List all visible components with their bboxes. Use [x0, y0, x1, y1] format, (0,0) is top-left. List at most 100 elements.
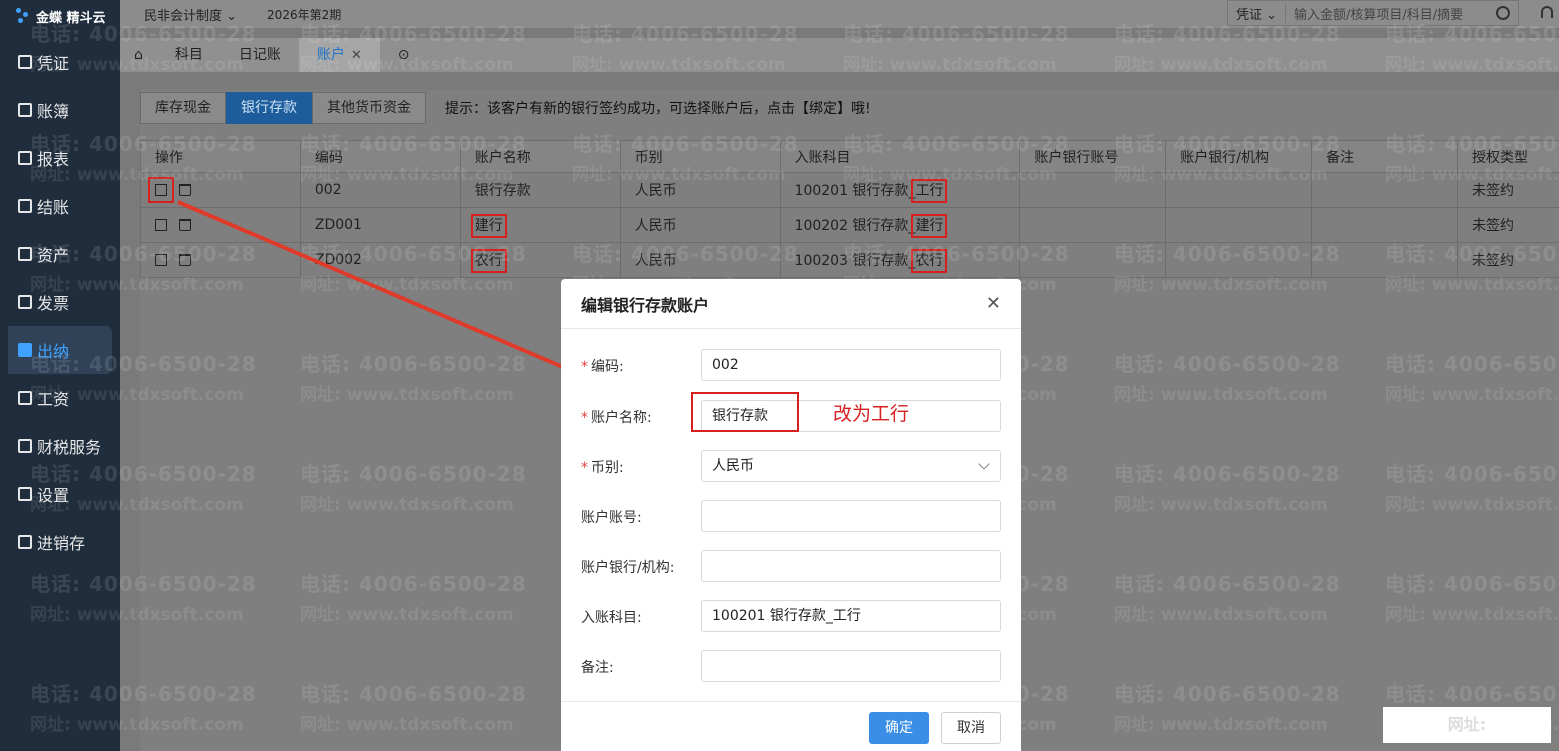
- sidebar-item-label: 结账: [37, 198, 70, 217]
- chevron-down-icon: [978, 458, 990, 470]
- table-row[interactable]: ZD001 建行 人民币 100202 银行存款_建行 未签约: [140, 207, 1559, 243]
- bank-deposit-button[interactable]: 银行存款: [226, 92, 312, 124]
- remark-input[interactable]: [701, 650, 1001, 682]
- account-type-group: 库存现金 银行存款 其他货币资金: [140, 92, 426, 124]
- sidebar-item-6[interactable]: 出纳: [8, 326, 112, 374]
- close-icon[interactable]: ✕: [351, 48, 362, 63]
- sidebar-item-1[interactable]: 账簿: [0, 86, 112, 134]
- tabs-bar: ⌂ 科目 日记账 账户 ✕ ⊙: [120, 38, 1559, 72]
- cashier-icon: [18, 343, 32, 357]
- headset-icon[interactable]: [1541, 6, 1553, 18]
- tab-account[interactable]: 账户 ✕: [298, 38, 380, 72]
- sidebar-item-8[interactable]: 财税服务: [0, 422, 112, 470]
- dialog-title: 编辑银行存款账户: [581, 295, 710, 315]
- logo-icon: [16, 8, 32, 24]
- sidebar-item-label: 发票: [37, 294, 70, 313]
- cell-code-text: ZD001: [314, 217, 362, 233]
- column-header[interactable]: 账户银行账号: [1019, 140, 1167, 173]
- cell-remark: [1311, 207, 1459, 243]
- tax-service-icon: [18, 439, 32, 453]
- logo-text: 金蝶 精斗云: [36, 10, 106, 26]
- sidebar-item-7[interactable]: 工资: [0, 374, 112, 422]
- sidebar-item-label: 财税服务: [37, 438, 102, 457]
- column-header[interactable]: 编码: [299, 140, 461, 173]
- cell-code: ZD002: [299, 242, 461, 278]
- table-row[interactable]: 002 银行存款 人民币 100201 银行存款_工行 未签约: [140, 172, 1559, 208]
- confirm-button[interactable]: 确定: [869, 712, 929, 744]
- column-header[interactable]: 备注: [1311, 140, 1459, 173]
- column-header[interactable]: 账户银行/机构: [1165, 140, 1313, 173]
- sidebar-item-2[interactable]: 报表: [0, 134, 112, 182]
- sidebar-item-10[interactable]: 进销存: [0, 518, 112, 566]
- cell-institution: [1165, 207, 1313, 243]
- search-type-select[interactable]: 凭证 ⌄: [1228, 3, 1286, 23]
- subject-input[interactable]: 100201 银行存款_工行: [701, 600, 1001, 632]
- search-input[interactable]: 输入金额/核算项目/科目/摘要: [1286, 4, 1496, 23]
- sidebar-item-5[interactable]: 发票: [0, 278, 112, 326]
- tab-subject[interactable]: 科目: [157, 38, 221, 72]
- sidebar-nav: 凭证账簿报表结账资产发票出纳工资财税服务设置进销存: [0, 38, 120, 566]
- home-icon: ⌂: [134, 47, 143, 63]
- delete-icon[interactable]: [179, 254, 191, 266]
- edit-account-dialog: 编辑银行存款账户 ✕ * 编码: 002 * 账户名称: 银行存款 改为工行 * 币别…: [561, 279, 1021, 751]
- cancel-button[interactable]: 取消: [941, 712, 1001, 744]
- cell-name-text: 农行: [470, 249, 507, 273]
- sidebar-item-0[interactable]: 凭证: [0, 38, 112, 86]
- row-actions: [140, 242, 301, 278]
- cell-account_no: [1019, 207, 1167, 243]
- cell-auth: 未签约: [1457, 172, 1559, 208]
- cell-subject: 100202 银行存款_建行: [779, 207, 1021, 243]
- subject-label: 入账科目:: [581, 610, 642, 626]
- sidebar-item-label: 凭证: [37, 54, 70, 73]
- edit-icon[interactable]: [155, 254, 167, 266]
- code-input[interactable]: 002: [701, 349, 1001, 381]
- other-funds-button[interactable]: 其他货币资金: [312, 92, 426, 124]
- account-no-input[interactable]: [701, 500, 1001, 532]
- cell-account_no: [1019, 242, 1167, 278]
- cell-name-text: 银行存款: [474, 183, 531, 199]
- institution-input[interactable]: [701, 550, 1001, 582]
- highlight-box: [691, 392, 799, 432]
- cell-currency: 人民币: [619, 242, 781, 278]
- search-icon[interactable]: [1496, 6, 1510, 20]
- cell-name-text: 建行: [470, 214, 507, 238]
- dialog-header: 编辑银行存款账户 ✕: [561, 279, 1021, 329]
- tab-journal[interactable]: 日记账: [221, 38, 299, 72]
- sidebar-item-label: 工资: [37, 390, 70, 409]
- currency-select[interactable]: 人民币: [701, 450, 1001, 482]
- row-actions: [140, 172, 301, 208]
- sidebar-item-4[interactable]: 资产: [0, 230, 112, 278]
- salary-icon: [18, 391, 32, 405]
- sidebar-item-label: 资产: [37, 246, 70, 265]
- app-logo: 金蝶 精斗云: [0, 0, 120, 32]
- sidebar-item-label: 账簿: [37, 102, 70, 121]
- column-header[interactable]: 授权类型: [1457, 140, 1559, 173]
- home-tab[interactable]: ⌂: [120, 38, 157, 72]
- currency-label: * 币别:: [581, 460, 624, 476]
- column-header[interactable]: 入账科目: [779, 140, 1021, 173]
- account-no-label: 账户账号:: [581, 510, 642, 526]
- sidebar-item-3[interactable]: 结账: [0, 182, 112, 230]
- tabs-more-button[interactable]: ⊙: [380, 38, 428, 72]
- invoice-icon: [18, 295, 32, 309]
- edit-icon[interactable]: [148, 177, 174, 203]
- edit-icon[interactable]: [155, 219, 167, 231]
- cell-auth: 未签约: [1457, 242, 1559, 278]
- subject-bank: 工行: [911, 179, 948, 203]
- delete-icon[interactable]: [179, 184, 191, 196]
- remark-label: 备注:: [581, 660, 614, 676]
- cash-button[interactable]: 库存现金: [140, 92, 226, 124]
- table-row[interactable]: ZD002 农行 人民币 100203 银行存款_农行 未签约: [140, 242, 1559, 278]
- sidebar-item-label: 进销存: [37, 534, 86, 553]
- subject-bank: 农行: [911, 249, 948, 273]
- sidebar-item-9[interactable]: 设置: [0, 470, 112, 518]
- column-header[interactable]: 操作: [140, 140, 301, 173]
- column-header[interactable]: 币别: [619, 140, 781, 173]
- close-icon[interactable]: ✕: [986, 293, 1001, 314]
- column-header[interactable]: 账户名称: [459, 140, 621, 173]
- accounting-system-select[interactable]: 民非会计制度 ⌄: [144, 5, 237, 24]
- cell-name: 银行存款: [459, 172, 621, 208]
- cell-currency-text: 人民币: [634, 218, 677, 234]
- delete-icon[interactable]: [179, 219, 191, 231]
- dialog-footer: 确定 取消: [561, 701, 1021, 751]
